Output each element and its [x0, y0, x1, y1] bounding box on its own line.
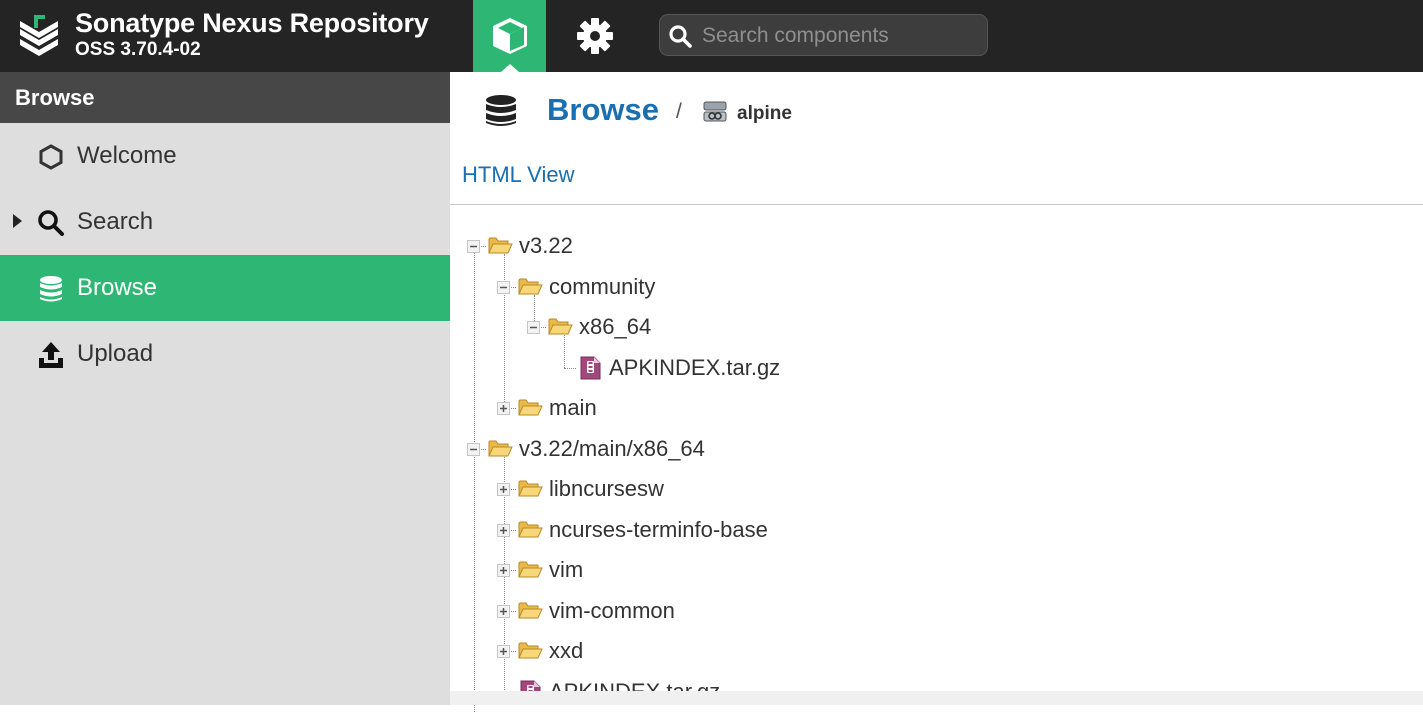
- database-icon: [37, 275, 65, 303]
- tree-folder-node[interactable]: x86_64: [527, 307, 1048, 347]
- sidebar-title: Browse: [0, 72, 450, 123]
- tree-folder-node[interactable]: libncursesw: [497, 469, 1018, 509]
- expand-toggle-icon[interactable]: [497, 564, 510, 577]
- tree-connector-line: [564, 367, 576, 369]
- browse-mode-button[interactable]: [473, 0, 546, 72]
- folder-open-icon: [518, 276, 543, 301]
- main-panel: Browse / alpine HTML View v3.22 community…: [450, 72, 1423, 712]
- cube-icon: [492, 18, 527, 54]
- tree-node-label: ncurses-terminfo-base: [549, 516, 768, 542]
- tree-node-label: v3.22/main/x86_64: [519, 435, 705, 461]
- sidebar: Browse Welcome Search Browse Upload: [0, 72, 450, 705]
- collapse-toggle-icon[interactable]: [467, 240, 480, 253]
- tree-folder-node[interactable]: xxd: [497, 631, 1018, 671]
- tree-node-label: vim-common: [549, 597, 675, 623]
- upload-icon: [37, 341, 65, 369]
- tree-folder-node[interactable]: ncurses-terminfo-base: [497, 510, 1018, 550]
- sidebar-item-label: Upload: [77, 340, 154, 367]
- search-components-box[interactable]: [659, 14, 988, 56]
- expand-toggle-icon[interactable]: [497, 523, 510, 537]
- sidebar-item-search[interactable]: Search: [0, 189, 450, 255]
- tree-folder-node[interactable]: v3.22: [467, 226, 988, 266]
- tree-folder-node[interactable]: main: [497, 388, 1018, 428]
- expand-toggle-icon[interactable]: [497, 604, 510, 618]
- tree-connector-line: [504, 254, 505, 408]
- tree-folder-node[interactable]: vim-common: [497, 591, 1018, 631]
- browse-tree: v3.22 community x86_64 APKINDEX.tar.gz main v…: [450, 72, 1423, 712]
- search-icon: [669, 25, 692, 48]
- gear-icon: [576, 18, 613, 54]
- folder-open-icon: [518, 640, 543, 665]
- tree-scroll-area: [450, 691, 1423, 705]
- tree-node-label: xxd: [549, 638, 584, 663]
- tree-node-label: vim: [549, 557, 584, 582]
- folder-open-icon: [488, 438, 513, 463]
- tree-folder-node[interactable]: v3.22/main/x86_64: [467, 429, 988, 469]
- magnifier-icon: [37, 209, 65, 237]
- sidebar-item-label: Search: [77, 208, 154, 235]
- expand-toggle-icon[interactable]: [497, 483, 510, 496]
- top-bar: Sonatype Nexus Repository OSS 3.70.4-02: [0, 0, 1423, 72]
- product-name: Sonatype Nexus Repository: [75, 8, 429, 38]
- folder-open-icon: [518, 397, 543, 422]
- folder-open-icon: [548, 316, 573, 341]
- folder-open-icon: [488, 235, 513, 260]
- collapse-toggle-icon[interactable]: [467, 442, 480, 456]
- product-title: Sonatype Nexus Repository OSS 3.70.4-02: [75, 7, 429, 61]
- folder-open-icon: [518, 559, 543, 584]
- tree-folder-node[interactable]: community: [497, 267, 1018, 307]
- administration-button[interactable]: [558, 0, 631, 72]
- folder-open-icon: [518, 478, 543, 503]
- sidebar-item-browse[interactable]: Browse: [0, 255, 450, 321]
- tree-file-node[interactable]: APKINDEX.tar.gz: [578, 348, 1078, 388]
- folder-open-icon: [518, 519, 543, 544]
- sonatype-logo-icon[interactable]: [16, 11, 62, 61]
- expand-arrow-icon[interactable]: [13, 214, 22, 228]
- sidebar-item-welcome[interactable]: Welcome: [0, 123, 450, 189]
- hexagon-icon: [37, 143, 65, 171]
- tree-connector-line: [474, 246, 475, 712]
- collapse-toggle-icon[interactable]: [527, 321, 540, 334]
- sidebar-item-upload[interactable]: Upload: [0, 321, 450, 387]
- sidebar-item-label: Welcome: [77, 142, 177, 169]
- search-input[interactable]: [700, 21, 984, 51]
- archive-file-icon: [580, 356, 601, 385]
- tree-node-label: libncursesw: [549, 476, 664, 501]
- tree-node-label: x86_64: [579, 314, 652, 339]
- tree-folder-node[interactable]: vim: [497, 550, 1018, 590]
- folder-open-icon: [518, 600, 543, 625]
- active-caret: [501, 64, 519, 72]
- expand-toggle-icon[interactable]: [497, 402, 510, 415]
- tree-node-label: APKINDEX.tar.gz: [609, 354, 781, 380]
- tree-node-label: community: [549, 273, 656, 299]
- product-version: OSS 3.70.4-02: [75, 39, 201, 60]
- tree-node-label: v3.22: [519, 233, 573, 258]
- sidebar-item-label: Browse: [77, 274, 158, 301]
- tree-node-label: main: [549, 395, 597, 420]
- expand-toggle-icon[interactable]: [497, 645, 510, 658]
- collapse-toggle-icon[interactable]: [497, 280, 510, 294]
